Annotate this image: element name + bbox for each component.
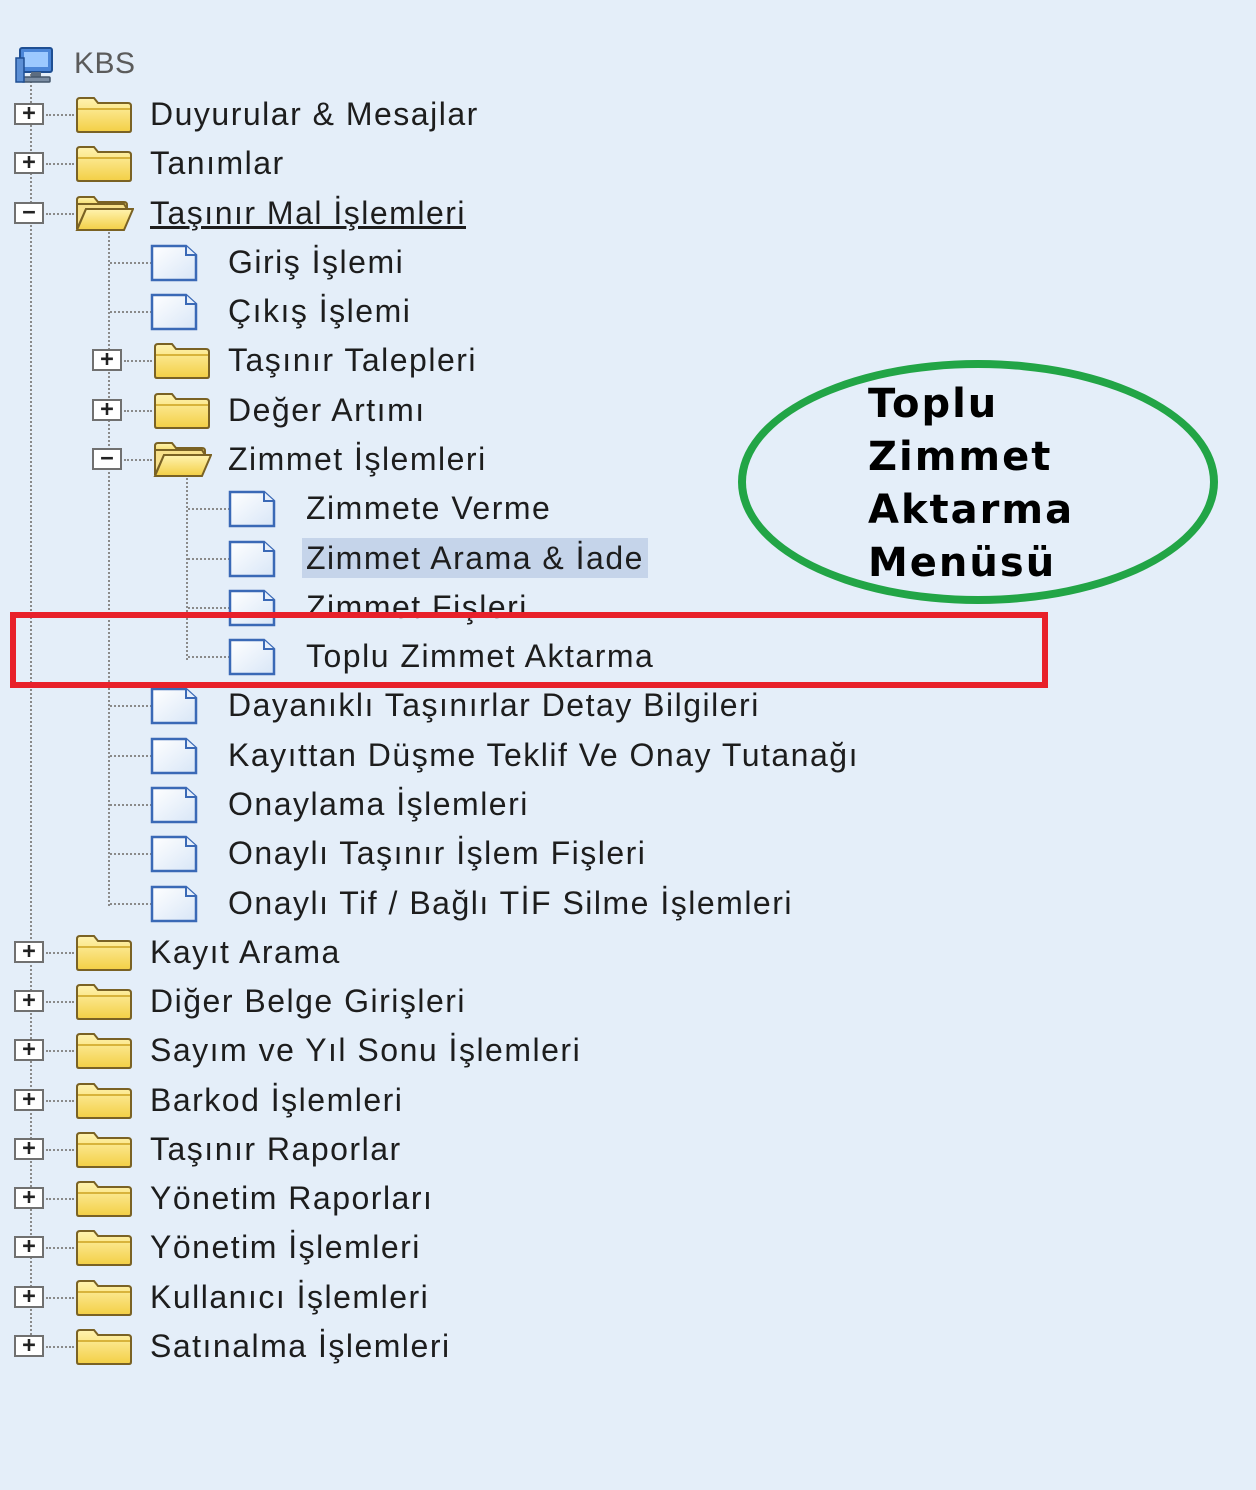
tree-node-label: Taşınır Raporlar	[150, 1131, 402, 1167]
tree-node-yonetim-raporlari[interactable]: + Yönetim Raporları	[0, 1176, 540, 1220]
tree-node-barkod[interactable]: + Barkod İşlemleri	[0, 1078, 520, 1122]
tree-node-label: Kayıt Arama	[150, 934, 341, 970]
page-icon	[144, 687, 204, 725]
expand-toggle[interactable]: +	[14, 941, 44, 963]
tree-node-tasinir-talepleri[interactable]: + Taşınır Talepleri	[0, 338, 580, 382]
callout-line: Toplu	[868, 381, 999, 427]
tree-leaf-onaylama[interactable]: Onaylama İşlemleri	[0, 782, 640, 826]
tree-leaf-label: Kayıttan Düşme Teklif Ve Onay Tutanağı	[228, 737, 859, 773]
page-icon	[144, 293, 204, 331]
expand-toggle[interactable]: +	[92, 399, 122, 421]
tree-leaf-label: Çıkış İşlemi	[228, 293, 412, 329]
expand-toggle[interactable]: +	[14, 1286, 44, 1308]
expand-toggle[interactable]: +	[14, 1089, 44, 1111]
tree-leaf-label: Zimmet Arama & İade	[302, 538, 648, 578]
callout-line: Menüsü	[868, 540, 1057, 586]
callout-line: Aktarma	[868, 487, 1075, 533]
tree-leaf-zimmet-arama-iade[interactable]: Zimmet Arama & İade	[0, 536, 780, 580]
navigation-tree: KBS + Duyurular & Mesajlar + Tanımlar − …	[0, 0, 1256, 1490]
callout-text: Toplu Zimmet Aktarma Menüsü	[868, 378, 1168, 590]
collapse-toggle[interactable]: −	[92, 448, 122, 470]
folder-icon	[74, 983, 134, 1021]
tree-leaf-dayanikli[interactable]: Dayanıklı Taşınırlar Detay Bilgileri	[0, 683, 920, 727]
tree-leaf-giris[interactable]: Giriş İşlemi	[0, 240, 480, 284]
folder-icon	[74, 1328, 134, 1366]
tree-node-kayit-arama[interactable]: + Kayıt Arama	[0, 930, 420, 974]
tree-leaf-label: Zimmete Verme	[306, 490, 552, 526]
expand-toggle[interactable]: +	[14, 152, 44, 174]
folder-icon	[74, 145, 134, 183]
folder-icon	[74, 1180, 134, 1218]
tree-leaf-label: Onaylama İşlemleri	[228, 786, 529, 822]
tree-leaf-label: Giriş İşlemi	[228, 244, 405, 280]
folder-icon	[74, 1131, 134, 1169]
page-icon	[222, 490, 282, 528]
tree-leaf-label: Onaylı Taşınır İşlem Fişleri	[228, 835, 647, 871]
expand-toggle[interactable]: +	[14, 103, 44, 125]
tree-node-diger-belge[interactable]: + Diğer Belge Girişleri	[0, 979, 580, 1023]
computer-icon	[4, 46, 64, 84]
tree-leaf-label: Onaylı Tif / Bağlı TİF Silme İşlemleri	[228, 885, 793, 921]
expand-toggle[interactable]: +	[14, 1236, 44, 1258]
tree-node-tasinir-mal[interactable]: − Taşınır Mal İşlemleri	[0, 191, 580, 235]
tree-node-label: Barkod İşlemleri	[150, 1082, 404, 1118]
tree-leaf-zimmete-verme[interactable]: Zimmete Verme	[0, 486, 660, 530]
tree-node-zimmet[interactable]: − Zimmet İşlemleri	[0, 437, 580, 481]
folder-open-icon	[152, 441, 212, 479]
expand-toggle[interactable]: +	[92, 349, 122, 371]
tree-node-label: Yönetim İşlemleri	[150, 1229, 421, 1265]
tree-node-duyurular[interactable]: + Duyurular & Mesajlar	[0, 92, 620, 136]
folder-icon	[74, 1229, 134, 1267]
page-icon	[144, 885, 204, 923]
tree-node-label: Kullanıcı İşlemleri	[150, 1279, 430, 1315]
page-icon	[222, 540, 282, 578]
folder-icon	[74, 1082, 134, 1120]
page-icon	[144, 244, 204, 282]
expand-toggle[interactable]: +	[14, 990, 44, 1012]
tree-leaf-kayittan-dusme[interactable]: Kayıttan Düşme Teklif Ve Onay Tutanağı	[0, 733, 1080, 777]
tree-node-label: Sayım ve Yıl Sonu İşlemleri	[150, 1032, 582, 1068]
tree-root-label: KBS	[74, 47, 136, 80]
tree-node-label: Yönetim Raporları	[150, 1180, 434, 1216]
tree-leaf-label: Dayanıklı Taşınırlar Detay Bilgileri	[228, 687, 760, 723]
folder-icon	[74, 96, 134, 134]
folder-open-icon	[74, 195, 134, 233]
page-icon	[144, 786, 204, 824]
expand-toggle[interactable]: +	[14, 1138, 44, 1160]
tree-leaf-onayli-tif-silme[interactable]: Onaylı Tif / Bağlı TİF Silme İşlemleri	[0, 881, 960, 925]
expand-toggle[interactable]: +	[14, 1039, 44, 1061]
tree-node-tanimlar[interactable]: + Tanımlar	[0, 141, 400, 185]
expand-toggle[interactable]: +	[14, 1335, 44, 1357]
tree-root-kbs[interactable]: KBS	[0, 42, 200, 86]
tree-node-tasinir-raporlar[interactable]: + Taşınır Raporlar	[0, 1127, 500, 1171]
folder-icon	[152, 392, 212, 430]
collapse-toggle[interactable]: −	[14, 202, 44, 224]
tree-leaf-onayli-fisler[interactable]: Onaylı Taşınır İşlem Fişleri	[0, 831, 780, 875]
tree-node-label: Zimmet İşlemleri	[228, 441, 487, 477]
tree-node-label: Taşınır Mal İşlemleri	[150, 195, 466, 231]
folder-icon	[74, 934, 134, 972]
folder-icon	[152, 342, 212, 380]
folder-icon	[74, 1279, 134, 1317]
tree-node-sayim[interactable]: + Sayım ve Yıl Sonu İşlemleri	[0, 1028, 720, 1072]
tree-node-label: Duyurular & Mesajlar	[150, 96, 479, 132]
tree-node-deger-artimi[interactable]: + Değer Artımı	[0, 388, 520, 432]
page-icon	[144, 737, 204, 775]
tree-leaf-cikis[interactable]: Çıkış İşlemi	[0, 289, 480, 333]
tree-node-label: Taşınır Talepleri	[228, 342, 478, 378]
page-icon	[144, 835, 204, 873]
tree-node-label: Satınalma İşlemleri	[150, 1328, 451, 1364]
folder-icon	[74, 1032, 134, 1070]
tree-node-yonetim-islemleri[interactable]: + Yönetim İşlemleri	[0, 1225, 540, 1269]
tree-node-satinalma[interactable]: + Satınalma İşlemleri	[0, 1324, 560, 1368]
tree-node-label: Değer Artımı	[228, 392, 426, 428]
callout-line: Zimmet	[868, 434, 1053, 480]
tree-node-label: Diğer Belge Girişleri	[150, 983, 467, 1019]
tree-node-kullanici[interactable]: + Kullanıcı İşlemleri	[0, 1275, 540, 1319]
highlight-box	[10, 612, 1048, 688]
expand-toggle[interactable]: +	[14, 1187, 44, 1209]
tree-node-label: Tanımlar	[150, 145, 285, 181]
